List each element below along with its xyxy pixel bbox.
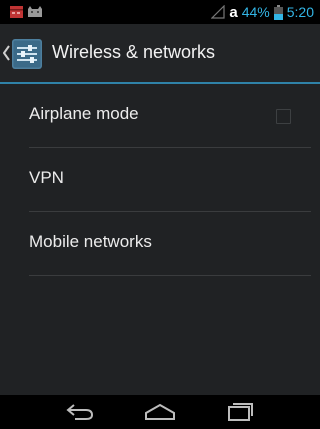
home-button[interactable] (136, 398, 184, 426)
recents-icon (228, 403, 253, 421)
carrier-indicator: a (229, 3, 238, 21)
preferences-list: Airplane mode VPN Mobile networks (0, 84, 320, 395)
preference-label: Airplane mode (29, 104, 139, 123)
notification-cat-icon (28, 6, 42, 17)
home-icon (145, 403, 175, 420)
battery-icon (273, 4, 283, 20)
vpn-item[interactable]: VPN (29, 148, 311, 212)
navigation-bar (0, 395, 320, 429)
status-bar: a 44% 5:20 (0, 0, 320, 24)
airplane-mode-checkbox[interactable] (276, 109, 291, 124)
back-icon (66, 404, 94, 420)
page-title: Wireless & networks (52, 42, 216, 62)
action-bar: Wireless & networks (0, 24, 320, 84)
preference-label: VPN (29, 168, 64, 187)
preference-label: Mobile networks (29, 232, 152, 251)
status-indicators: a 44% 5:20 (211, 3, 314, 21)
airplane-mode-item[interactable]: Airplane mode (29, 84, 311, 148)
settings-sliders-icon[interactable] (12, 39, 42, 69)
back-button[interactable] (56, 398, 104, 426)
signal-icon (211, 5, 225, 19)
clock: 5:20 (286, 4, 314, 20)
mobile-networks-item[interactable]: Mobile networks (29, 212, 311, 276)
recents-button[interactable] (216, 398, 264, 426)
battery-percent: 44% (241, 4, 270, 20)
up-navigation-icon[interactable] (3, 45, 11, 61)
